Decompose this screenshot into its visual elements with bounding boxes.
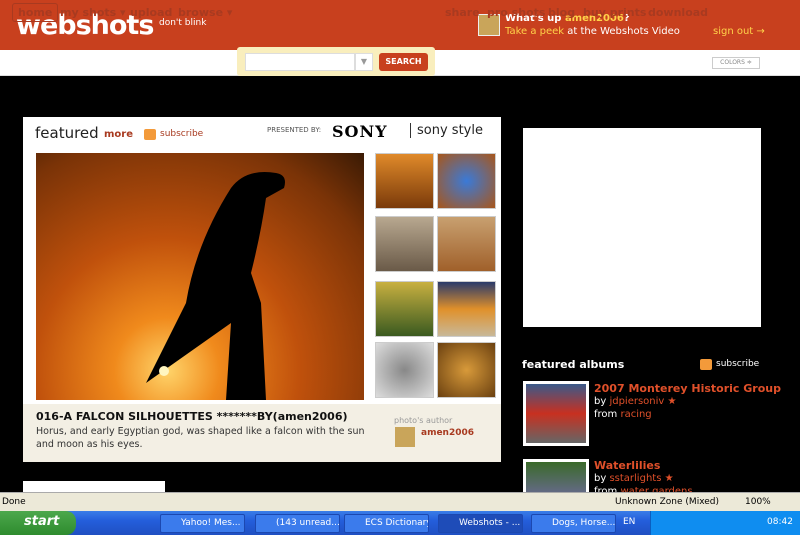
nav-pro-shots[interactable]: pro shots <box>487 6 545 19</box>
photo-description: Horus, and early Egyptian god, was shape… <box>36 426 365 450</box>
nav-my-shots[interactable]: my shots ▾ <box>60 6 126 19</box>
clock: 08:42 <box>767 517 793 527</box>
peek-text: at the Webshots Video <box>564 26 680 37</box>
peek-link[interactable]: Take a peek <box>505 26 564 37</box>
featured-albums-title: featured albums <box>522 358 625 371</box>
rss-icon[interactable] <box>144 129 156 140</box>
thumbnail[interactable] <box>437 281 496 337</box>
search-button[interactable]: SEARCH <box>379 53 428 71</box>
thumbnail[interactable] <box>375 153 434 209</box>
featured-title: featured <box>35 124 99 142</box>
start-button[interactable]: start <box>0 511 76 535</box>
presented-by: PRESENTED BY: <box>267 126 322 134</box>
author-avatar[interactable] <box>395 427 415 447</box>
taskbar-item[interactable]: ECS Dictionary <box>344 514 429 533</box>
sign-out-link[interactable]: sign out → <box>713 26 765 37</box>
album-author[interactable]: jdpiersoniv <box>609 396 664 407</box>
subscribe-link[interactable]: subscribe <box>160 129 203 139</box>
album-category[interactable]: racing <box>620 409 651 420</box>
language-indicator[interactable]: EN <box>623 517 635 527</box>
search-dropdown[interactable]: ▼ <box>355 53 373 71</box>
featured-photo[interactable] <box>36 153 364 400</box>
star-icon: ★ <box>664 473 674 484</box>
albums-subscribe-link[interactable]: subscribe <box>716 359 759 369</box>
album-from: from racing <box>594 409 652 420</box>
taskbar-item[interactable]: (143 unread... <box>255 514 340 533</box>
album-by: by jdpiersoniv ★ <box>594 396 677 407</box>
video-promo: Take a peek at the Webshots Video <box>505 26 680 37</box>
thumbnail[interactable] <box>437 153 496 209</box>
thumbnail[interactable] <box>375 342 434 398</box>
security-zone: Unknown Zone (Mixed) <box>615 497 720 507</box>
nav-download[interactable]: download <box>648 6 708 19</box>
colors-button[interactable]: COLORS ≑ <box>712 57 760 69</box>
album-thumbnail[interactable] <box>523 381 589 446</box>
taskbar-item-active[interactable]: Webshots - ... <box>438 514 523 533</box>
status-text: Done <box>2 497 26 507</box>
thumbnail[interactable] <box>437 342 496 398</box>
falcon-silhouette <box>146 172 285 400</box>
ad-space <box>523 128 761 327</box>
album-title[interactable]: Waterlilies <box>594 459 660 472</box>
tagline: don't blink <box>159 18 207 28</box>
more-link[interactable]: more <box>104 129 133 140</box>
author-label: photo's author <box>394 416 453 425</box>
album-author[interactable]: sstarlights <box>609 473 661 484</box>
taskbar-item[interactable]: Dogs, Horse... <box>531 514 616 533</box>
zoom-level[interactable]: 100% <box>745 497 771 507</box>
nav-share[interactable]: share <box>445 6 480 19</box>
thumbnail[interactable] <box>375 281 434 337</box>
photo-title[interactable]: 016-A FALCON SILHOUETTES *******BY(amen2… <box>36 410 348 423</box>
nav-home[interactable]: home <box>12 3 59 22</box>
nav-upload[interactable]: upload <box>130 6 172 19</box>
album-title[interactable]: 2007 Monterey Historic Group <box>594 382 781 395</box>
thumbnail[interactable] <box>375 216 434 272</box>
album-by: by sstarlights ★ <box>594 473 674 484</box>
author-link[interactable]: amen2006 <box>421 428 474 438</box>
sony-logo[interactable]: SONY <box>332 122 388 141</box>
star-icon: ★ <box>667 396 677 407</box>
search-input[interactable] <box>245 53 355 71</box>
nav-buy-prints[interactable]: buy prints <box>583 6 646 19</box>
taskbar-item[interactable]: Yahoo! Mes... <box>160 514 245 533</box>
sony-style-logo[interactable]: sony style <box>410 123 483 138</box>
rss-icon[interactable] <box>700 359 712 370</box>
thumbnail[interactable] <box>437 216 496 272</box>
status-bar: Done Unknown Zone (Mixed) 100% <box>0 492 800 511</box>
nav-browse[interactable]: browse ▾ <box>178 6 232 19</box>
nav-blog[interactable]: blog <box>548 6 575 19</box>
